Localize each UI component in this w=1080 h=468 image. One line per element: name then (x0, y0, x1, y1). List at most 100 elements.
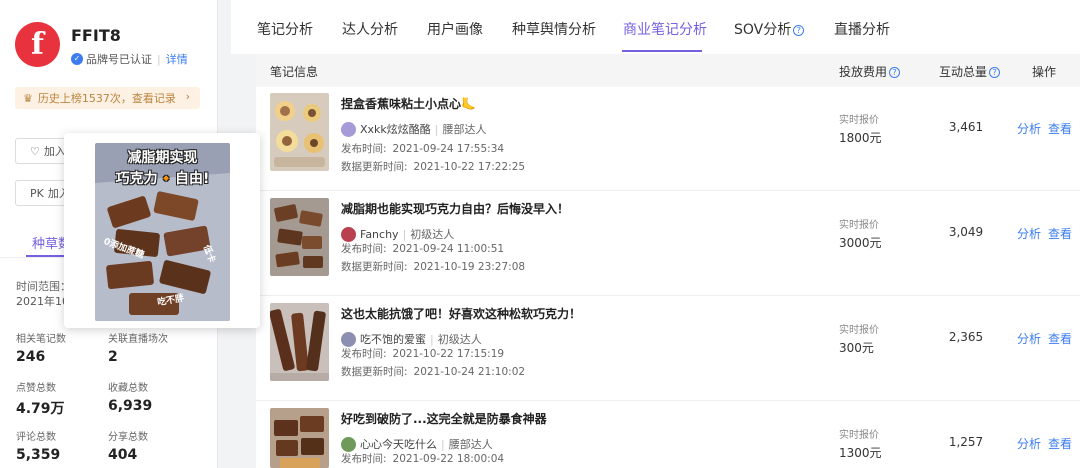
stat-label: 评论总数 (16, 432, 56, 443)
note-title[interactable]: 捏盒香蕉味粘土小点心🦶 (341, 95, 476, 112)
stat-value: 404 (108, 447, 138, 463)
interaction-total: 1,257 (948, 435, 984, 449)
brand-name: FFIT8 (71, 26, 121, 45)
table-row: 减脂期也能实现巧克力自由？后悔没早入！ Fanchy | 初级达人 发布时间: 2… (256, 192, 1080, 296)
author-level: 腰部达人 (448, 438, 493, 451)
avatar (341, 226, 356, 242)
header-note-info: 笔记信息 (270, 65, 319, 79)
view-link[interactable]: 查看 (1048, 225, 1072, 242)
app-root: f FFIT8 ✓ 品牌号已认证 | 详情 ♛ 历史上榜1537次，查看记录 ›… (0, 0, 1080, 468)
author-level: 初级达人 (410, 228, 455, 241)
price-value: 3000元 (839, 236, 882, 250)
view-link[interactable]: 查看 (1048, 120, 1072, 137)
publish-label: 发布时间: (341, 243, 387, 255)
help-icon[interactable]: ? (889, 67, 901, 78)
author-name[interactable]: 吃不饱的爱蜜 (360, 331, 426, 347)
interaction-total: 3,461 (948, 120, 984, 134)
history-text: 历史上榜1537次，查看记录 (37, 92, 176, 105)
publish-value: 2021-09-24 11:00:51 (392, 243, 505, 255)
publish-value: 2021-09-22 18:00:04 (392, 453, 505, 465)
note-thumbnail[interactable] (270, 303, 329, 381)
price-value: 300元 (839, 341, 874, 355)
tab-sentiment-analysis[interactable]: 种草舆情分析 (512, 19, 596, 39)
header-ops: 操作 (1032, 65, 1057, 79)
divider: | (434, 122, 439, 136)
tab-commercial-note-analysis[interactable]: 商业笔记分析 (623, 19, 707, 39)
help-icon[interactable]: ? (793, 24, 805, 36)
header-interactions[interactable]: 互动总量? (939, 63, 1001, 80)
help-icon[interactable]: ? (989, 67, 1001, 78)
author-name[interactable]: 心心今天吃什么 (360, 436, 437, 452)
table-row: 捏盒香蕉味粘土小点心🦶 Xxkk炫炫酪酪 | 腰部达人 发布时间: 2021-09… (256, 87, 1080, 191)
header-cost[interactable]: 投放费用? (839, 63, 901, 80)
update-value: 2021-10-24 21:10:02 (413, 366, 526, 378)
table-row: 这也太能抗饿了吧！好喜欢这种松软巧克力！ 吃不饱的爱蜜 | 初级达人 发布时间:… (256, 297, 1080, 401)
update-time: 数据更新时间: 2021-10-24 21:10:02 (341, 364, 525, 379)
preview-image: 减脂期实现 巧克力🔸自由! 0添加蔗糖 低卡 吃不胖 (95, 143, 230, 321)
stat-live-sessions: 关联直播场次 2 (108, 330, 168, 365)
analyze-link[interactable]: 分析 (1017, 225, 1041, 242)
note-title[interactable]: 好吃到破防了...这完全就是防暴食神器 (341, 410, 547, 427)
publish-label: 发布时间: (341, 348, 387, 360)
preview-caption-line2: 巧克力🔸自由! (115, 171, 210, 187)
author-level: 腰部达人 (442, 123, 487, 136)
pk-label: PK (30, 186, 44, 200)
tab-sov-analysis[interactable]: SOV分析? (734, 19, 805, 39)
analyze-link[interactable]: 分析 (1017, 435, 1041, 452)
note-title[interactable]: 减脂期也能实现巧克力自由？后悔没早入！ (341, 200, 569, 217)
update-value: 2021-10-19 23:27:08 (413, 261, 526, 273)
note-thumbnail[interactable] (270, 93, 329, 171)
stat-label: 相关笔记数 (16, 334, 66, 345)
detail-link[interactable]: 详情 (166, 51, 188, 67)
update-value: 2021-10-22 17:22:25 (413, 161, 526, 173)
stat-value: 6,939 (108, 398, 153, 414)
heart-icon: ♡ (30, 144, 40, 158)
stat-value: 4.79万 (16, 401, 65, 417)
tab-sov-label: SOV分析 (734, 22, 792, 38)
history-ranking-banner[interactable]: ♛ 历史上榜1537次，查看记录 › (15, 87, 200, 109)
interaction-total: 3,049 (948, 225, 984, 239)
view-link[interactable]: 查看 (1048, 435, 1072, 452)
tab-live-analysis[interactable]: 直播分析 (834, 19, 890, 39)
update-label: 数据更新时间: (341, 161, 408, 173)
author-name[interactable]: Xxkk炫炫酪酪 (360, 121, 431, 137)
tab-note-analysis[interactable]: 笔记分析 (257, 19, 313, 39)
stat-value: 246 (16, 349, 46, 365)
price-label: 实时报价 (839, 430, 879, 441)
view-link[interactable]: 查看 (1048, 330, 1072, 347)
note-title[interactable]: 这也太能抗饿了吧！好喜欢这种松软巧克力！ (341, 305, 581, 322)
note-thumbnail[interactable] (270, 198, 329, 276)
author-name[interactable]: Fanchy (360, 228, 399, 241)
publish-label: 发布时间: (341, 143, 387, 155)
stat-value: 5,359 (16, 447, 61, 463)
stat-shares: 分享总数 404 (108, 428, 148, 463)
analyze-link[interactable]: 分析 (1017, 330, 1041, 347)
commercial-notes-table: 笔记信息 投放费用? 互动总量? 操作 捏盒香蕉味粘土小点心🦶 Xxkk炫炫酪酪… (256, 54, 1080, 468)
table-row: 好吃到破防了...这完全就是防暴食神器 心心今天吃什么 | 腰部达人 发布时间:… (256, 402, 1080, 468)
note-thumbnail[interactable] (270, 408, 329, 468)
tab-user-profile[interactable]: 用户画像 (427, 19, 483, 39)
stat-label: 关联直播场次 (108, 334, 168, 345)
divider: | (157, 52, 161, 66)
verification-status: ✓ 品牌号已认证 | 详情 (71, 51, 188, 67)
publish-value: 2021-10-22 17:15:19 (392, 348, 505, 360)
price-label: 实时报价 (839, 325, 879, 336)
author-level: 初级达人 (437, 333, 482, 346)
active-tab-underline (622, 50, 702, 52)
price-label: 实时报价 (839, 220, 879, 231)
header-interactions-label: 互动总量 (939, 65, 988, 79)
chevron-right-icon: › (185, 90, 190, 103)
tab-kol-analysis[interactable]: 达人分析 (342, 19, 398, 39)
analyze-link[interactable]: 分析 (1017, 120, 1041, 137)
publish-time: 发布时间: 2021-10-22 17:15:19 (341, 346, 504, 361)
publish-time: 发布时间: 2021-09-24 11:00:51 (341, 241, 504, 256)
divider: | (402, 227, 407, 241)
divider: | (430, 332, 434, 346)
stat-label: 点赞总数 (16, 383, 56, 394)
stat-comments: 评论总数 5,359 (16, 428, 60, 463)
time-range-label: 时间范围： (16, 280, 71, 293)
stat-collections: 收藏总数 6,939 (108, 379, 152, 414)
note-author: 心心今天吃什么 | 腰部达人 (341, 436, 493, 452)
price-value: 1800元 (839, 131, 882, 145)
analysis-tab-bar: 笔记分析 达人分析 用户画像 种草舆情分析 商业笔记分析 SOV分析? 直播分析 (231, 0, 1080, 54)
